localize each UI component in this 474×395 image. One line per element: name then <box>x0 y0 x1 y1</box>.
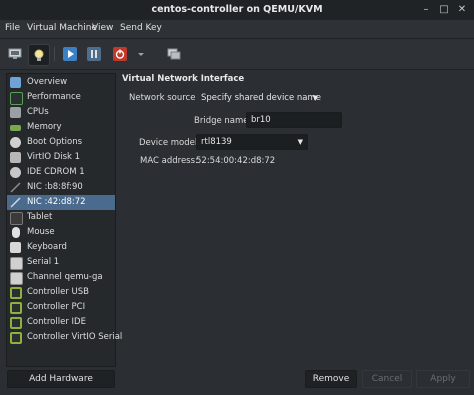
bridge-name-label: Bridge name: <box>194 116 252 126</box>
power-icon[interactable] <box>110 44 130 64</box>
sidebar-item-ide-cdrom[interactable]: IDE CDROM 1 <box>7 165 115 180</box>
disk-icon <box>10 152 21 163</box>
chevron-down-icon[interactable] <box>134 44 146 64</box>
sidebar-item-label: Controller PCI <box>27 302 86 312</box>
remove-button[interactable]: Remove <box>305 370 357 388</box>
sidebar-item-virtio-disk[interactable]: VirtIO Disk 1 <box>7 150 115 165</box>
device-model-combo[interactable]: rtl8139 ▼ <box>196 134 308 150</box>
nic-icon <box>10 197 21 208</box>
overview-icon <box>10 77 21 88</box>
sidebar-item-nic-b88f90[interactable]: NIC :b8:8f:90 <box>7 180 115 195</box>
minimize-icon[interactable]: – <box>419 3 433 17</box>
mac-address-label: MAC address: <box>140 156 198 166</box>
lightbulb-icon[interactable] <box>28 44 50 66</box>
sidebar-item-controller-virtio-serial[interactable]: Controller VirtIO Serial <box>7 330 122 345</box>
bridge-name-input[interactable]: br10 <box>246 112 342 128</box>
sidebar-item-memory[interactable]: Memory <box>7 120 115 135</box>
sidebar-item-performance[interactable]: Performance <box>7 90 115 105</box>
sidebar-item-label: VirtIO Disk 1 <box>27 152 81 162</box>
sidebar-item-label: Controller IDE <box>27 317 86 327</box>
controller-icon <box>10 302 22 314</box>
sidebar-item-overview[interactable]: Overview <box>7 75 115 90</box>
device-model-label: Device model: <box>139 138 201 148</box>
cdrom-icon <box>10 167 21 178</box>
controller-icon <box>10 332 22 344</box>
toolbar-separator <box>54 47 55 61</box>
sidebar-item-label: Performance <box>27 92 81 102</box>
sidebar-item-label: Memory <box>27 122 62 132</box>
network-source-value: Specify shared device name <box>201 93 322 103</box>
boot-icon <box>10 137 21 148</box>
sidebar-item-label: Keyboard <box>27 242 67 252</box>
bridge-name-value: br10 <box>251 115 271 125</box>
performance-icon <box>10 92 23 105</box>
sidebar-item-label: IDE CDROM 1 <box>27 167 85 177</box>
sidebar-item-label: Tablet <box>27 212 53 222</box>
sidebar-item-label: Overview <box>27 77 68 87</box>
menu-send-key[interactable]: Send Key <box>120 23 162 33</box>
sidebar-item-cpus[interactable]: CPUs <box>7 105 115 120</box>
sidebar-item-label: Mouse <box>27 227 55 237</box>
controller-icon <box>10 317 22 329</box>
sidebar-item-channel[interactable]: Channel qemu-ga <box>7 270 115 285</box>
maximize-icon[interactable]: □ <box>437 3 451 17</box>
dropdown-arrow-icon: ▼ <box>312 94 318 102</box>
sidebar-item-label: NIC :42:d8:72 <box>27 197 86 207</box>
sidebar-item-mouse[interactable]: Mouse <box>7 225 115 240</box>
sidebar-item-label: Channel qemu-ga <box>27 272 103 282</box>
menu-file[interactable]: File <box>5 23 20 33</box>
sidebar-item-boot-options[interactable]: Boot Options <box>7 135 115 150</box>
sidebar-item-controller-ide[interactable]: Controller IDE <box>7 315 115 330</box>
section-heading: Virtual Network Interface <box>122 74 245 84</box>
monitor-icon[interactable] <box>5 44 25 64</box>
sidebar-item-serial[interactable]: Serial 1 <box>7 255 115 270</box>
sidebar-item-label: Controller VirtIO Serial <box>27 332 123 342</box>
sidebar-item-label: NIC :b8:8f:90 <box>27 182 83 192</box>
sidebar-item-label: Boot Options <box>27 137 83 147</box>
serial-icon <box>10 257 23 270</box>
add-hardware-button[interactable]: Add Hardware <box>7 370 115 388</box>
cancel-button[interactable]: Cancel <box>362 370 412 388</box>
sidebar-item-controller-usb[interactable]: Controller USB <box>7 285 115 300</box>
network-source-label: Network source: <box>129 93 199 103</box>
menu-bar: File Virtual Machine View Send Key <box>0 20 474 39</box>
toolbar <box>0 39 474 70</box>
device-model-value: rtl8139 <box>201 137 232 147</box>
sidebar-item-tablet[interactable]: Tablet <box>7 210 115 225</box>
window-title: centos-controller on QEMU/KVM <box>151 4 323 15</box>
pause-icon[interactable] <box>84 44 104 64</box>
controller-icon <box>10 287 22 299</box>
cpu-icon <box>10 107 21 118</box>
close-icon[interactable]: ✕ <box>455 3 469 17</box>
sidebar-item-label: CPUs <box>27 107 49 117</box>
mouse-icon <box>12 227 20 238</box>
dropdown-arrow-icon: ▼ <box>297 138 303 146</box>
menu-virtual-machine[interactable]: Virtual Machine <box>27 23 97 33</box>
mac-address-value: 52:54:00:42:d8:72 <box>196 156 276 166</box>
nic-icon <box>10 182 21 193</box>
channel-icon <box>10 272 23 285</box>
memory-icon <box>10 125 21 131</box>
screenshot-icon[interactable] <box>164 44 184 64</box>
window-titlebar: centos-controller on QEMU/KVM – □ ✕ <box>0 0 474 21</box>
sidebar-item-label: Controller USB <box>27 287 89 297</box>
sidebar-item-label: Serial 1 <box>27 257 60 267</box>
apply-button[interactable]: Apply <box>416 370 470 388</box>
tablet-icon <box>10 212 23 225</box>
play-icon[interactable] <box>60 44 80 64</box>
network-source-select[interactable]: Specify shared device name ▼ <box>196 91 323 105</box>
menu-view[interactable]: View <box>92 23 113 33</box>
sidebar-item-keyboard[interactable]: Keyboard <box>7 240 115 255</box>
sidebar-item-controller-pci[interactable]: Controller PCI <box>7 300 115 315</box>
hardware-list: Overview Performance CPUs Memory Boot Op… <box>6 73 122 367</box>
keyboard-icon <box>10 242 21 253</box>
sidebar-item-nic-42d872[interactable]: NIC :42:d8:72 <box>7 195 115 210</box>
